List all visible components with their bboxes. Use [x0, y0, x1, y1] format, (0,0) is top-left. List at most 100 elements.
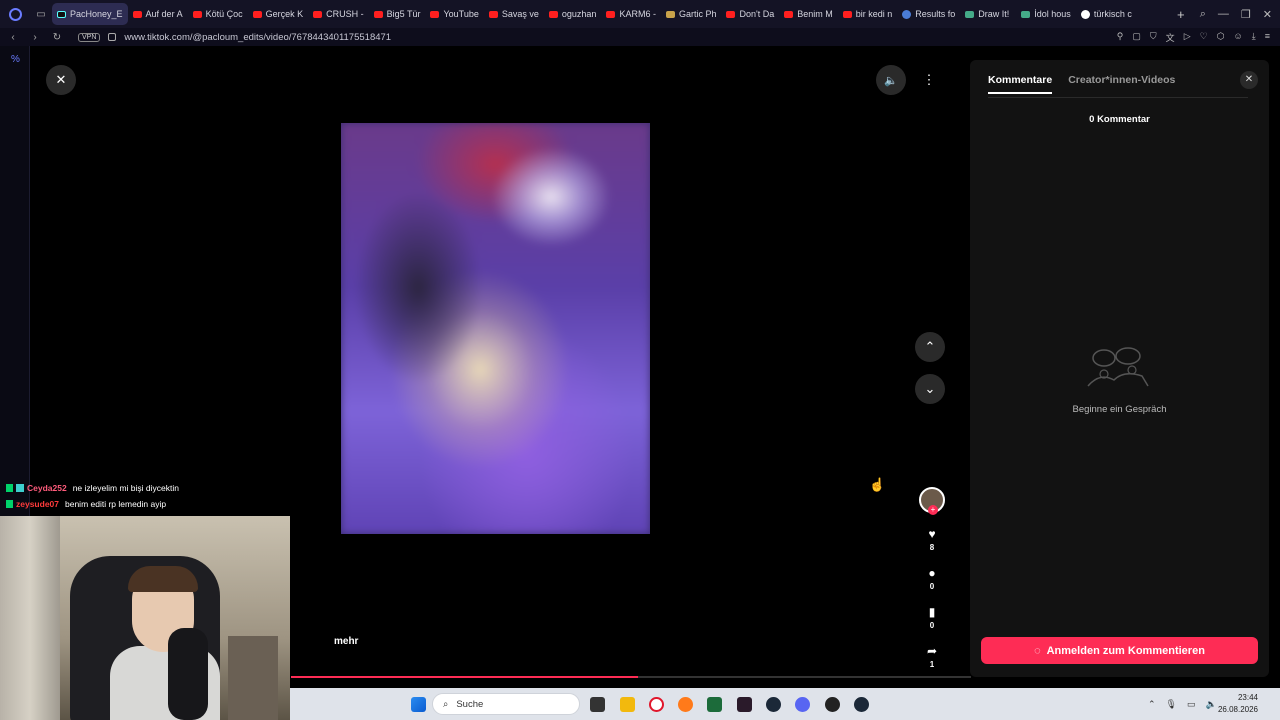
- task-view-icon[interactable]: [590, 697, 605, 712]
- follow-plus-icon[interactable]: +: [928, 505, 938, 515]
- browser-tab[interactable]: Savaş ve: [484, 3, 544, 25]
- address-bar: ‹ › ↻ VPN www.tiktok.com/@pacloum_edits/…: [0, 28, 1280, 46]
- heart-icon[interactable]: ♥: [928, 527, 935, 541]
- display-icon[interactable]: ▭: [1187, 699, 1196, 710]
- browser-tab[interactable]: İdol hous: [1016, 3, 1076, 25]
- idol-icon: [1021, 10, 1031, 18]
- app-icon-dark[interactable]: [737, 697, 752, 712]
- opera-logo-icon[interactable]: [0, 0, 30, 28]
- taskbar-clock[interactable]: 23:44 26.08.2026: [1210, 692, 1258, 716]
- browser-tab[interactable]: bir kedi n: [838, 3, 898, 25]
- vpn-badge[interactable]: VPN: [78, 32, 101, 42]
- stream-chat-overlay: Ceyda252 ne izleyelim mi bişi diycektin ze…: [6, 480, 179, 512]
- snapshot-icon[interactable]: ▢: [1132, 31, 1141, 44]
- video-progress-bar[interactable]: [291, 676, 971, 678]
- youtube-icon: [192, 10, 202, 18]
- tab-overview-icon[interactable]: ▭: [30, 0, 52, 28]
- browser-tab[interactable]: Benim M: [779, 3, 838, 25]
- back-icon[interactable]: ‹: [4, 32, 22, 43]
- save-action[interactable]: ▮ 0: [929, 605, 936, 630]
- browser-tab[interactable]: Draw It!: [960, 3, 1016, 25]
- youtube-icon: [313, 10, 323, 18]
- forward-icon[interactable]: ›: [26, 32, 44, 43]
- chat-username: zeysude07: [16, 499, 59, 509]
- browser-tab[interactable]: PacHoney_E: [52, 3, 128, 25]
- browser-tab[interactable]: CRUSH -: [308, 3, 369, 25]
- close-panel-button[interactable]: ✕: [1240, 71, 1258, 89]
- comment-count-heading: 0 Kommentar: [1089, 114, 1150, 125]
- browser-tab[interactable]: Results fo: [897, 3, 960, 25]
- panel-tabs: Kommentare Creator*innen-Videos: [988, 74, 1175, 94]
- previous-video-button[interactable]: ⌃: [915, 332, 945, 362]
- browser-tab-label: İdol hous: [1034, 9, 1071, 19]
- url-field[interactable]: www.tiktok.com/@pacloum_edits/video/7678…: [124, 32, 391, 43]
- login-to-comment-button[interactable]: ◌ Anmelden zum Kommentieren: [981, 637, 1258, 664]
- windows-start-icon[interactable]: [411, 697, 426, 712]
- browser-tab[interactable]: Auf der A: [128, 3, 188, 25]
- browser-tab-bar: ▭ PacHoney_E Auf der A Kötü Çoc Gerçek K CRU…: [0, 0, 1280, 28]
- minimize-icon[interactable]: —: [1218, 8, 1229, 21]
- bookmark-icon[interactable]: ▮: [929, 605, 936, 619]
- maximize-icon[interactable]: ❐: [1241, 8, 1251, 21]
- close-window-icon[interactable]: ✕: [1263, 8, 1272, 21]
- youtube-icon: [252, 10, 262, 18]
- new-tab-button[interactable]: +: [1170, 7, 1192, 22]
- browser-tab[interactable]: YouTube: [425, 3, 483, 25]
- gartic-icon: [665, 10, 675, 18]
- microphone-icon[interactable]: 🎙: [1166, 699, 1177, 710]
- share-icon[interactable]: ➦: [927, 644, 937, 658]
- search-tabs-icon[interactable]: ⌕: [1200, 8, 1206, 21]
- tray-chevron-icon[interactable]: ⌃: [1148, 699, 1156, 710]
- screen: ▭ PacHoney_E Auf der A Kötü Çoc Gerçek K CRU…: [0, 0, 1280, 720]
- volume-button[interactable]: 🔈: [876, 65, 906, 95]
- extensions-icon[interactable]: ⬡: [1217, 31, 1225, 44]
- webcam-person-hair: [128, 566, 198, 592]
- close-video-button[interactable]: ✕: [46, 65, 76, 95]
- browser-tab-label: PacHoney_E: [70, 9, 123, 19]
- browser-tab[interactable]: Kötü Çoc: [188, 3, 248, 25]
- shield-icon[interactable]: ⛉: [1150, 31, 1157, 44]
- opera-taskbar-icon[interactable]: [649, 697, 664, 712]
- file-explorer-icon[interactable]: [620, 697, 635, 712]
- like-action[interactable]: ♥ 8: [928, 527, 935, 552]
- browser-tab[interactable]: Don't Da: [721, 3, 779, 25]
- aria-icon[interactable]: %: [11, 54, 29, 65]
- tab-creator-videos[interactable]: Creator*innen-Videos: [1068, 74, 1175, 94]
- tab-comments[interactable]: Kommentare: [988, 74, 1053, 94]
- heart-icon[interactable]: ♡: [1200, 31, 1208, 44]
- browser-tab[interactable]: türkisch c: [1076, 3, 1137, 25]
- creator-avatar[interactable]: +: [919, 487, 945, 515]
- comment-action[interactable]: ● 0: [928, 566, 935, 591]
- reload-icon[interactable]: ↻: [48, 32, 66, 43]
- download-icon[interactable]: ⤓: [1252, 31, 1256, 44]
- play-icon[interactable]: ▷: [1184, 31, 1191, 44]
- firefox-icon[interactable]: [678, 697, 693, 712]
- steam-icon[interactable]: [766, 697, 781, 712]
- video-player[interactable]: [341, 123, 650, 534]
- more-description-link[interactable]: mehr: [334, 636, 358, 647]
- share-action[interactable]: ➦ 1: [927, 644, 937, 669]
- profile-icon[interactable]: ☺: [1234, 31, 1243, 44]
- app-icon-green[interactable]: [707, 697, 722, 712]
- steam-icon-2[interactable]: [854, 697, 869, 712]
- taskbar-search[interactable]: ⌕ Suche: [432, 693, 580, 715]
- discord-icon[interactable]: [795, 697, 810, 712]
- browser-tab[interactable]: Gerçek K: [248, 3, 309, 25]
- login-button-label: Anmelden zum Kommentieren: [1046, 644, 1205, 657]
- browser-tab[interactable]: oguzhan: [544, 3, 602, 25]
- next-video-button[interactable]: ⌄: [915, 374, 945, 404]
- browser-tab[interactable]: KARM6 -: [601, 3, 661, 25]
- menu-icon[interactable]: ≡: [1265, 31, 1270, 44]
- app-icon-notify[interactable]: [825, 697, 840, 712]
- webcam-microphone: [168, 628, 208, 720]
- youtube-icon: [606, 10, 616, 18]
- browser-tab[interactable]: Big5 Tür: [369, 3, 426, 25]
- lock-icon[interactable]: [108, 33, 117, 41]
- translate-icon[interactable]: 文: [1166, 31, 1175, 44]
- chat-badge-icon: [6, 500, 13, 508]
- empty-conversation-icon: [1087, 347, 1149, 387]
- browser-tab[interactable]: Gartic Ph: [661, 3, 722, 25]
- comment-icon[interactable]: ●: [928, 566, 935, 580]
- more-options-button[interactable]: ⋮: [914, 65, 944, 95]
- pin-icon[interactable]: ⚲: [1117, 31, 1124, 44]
